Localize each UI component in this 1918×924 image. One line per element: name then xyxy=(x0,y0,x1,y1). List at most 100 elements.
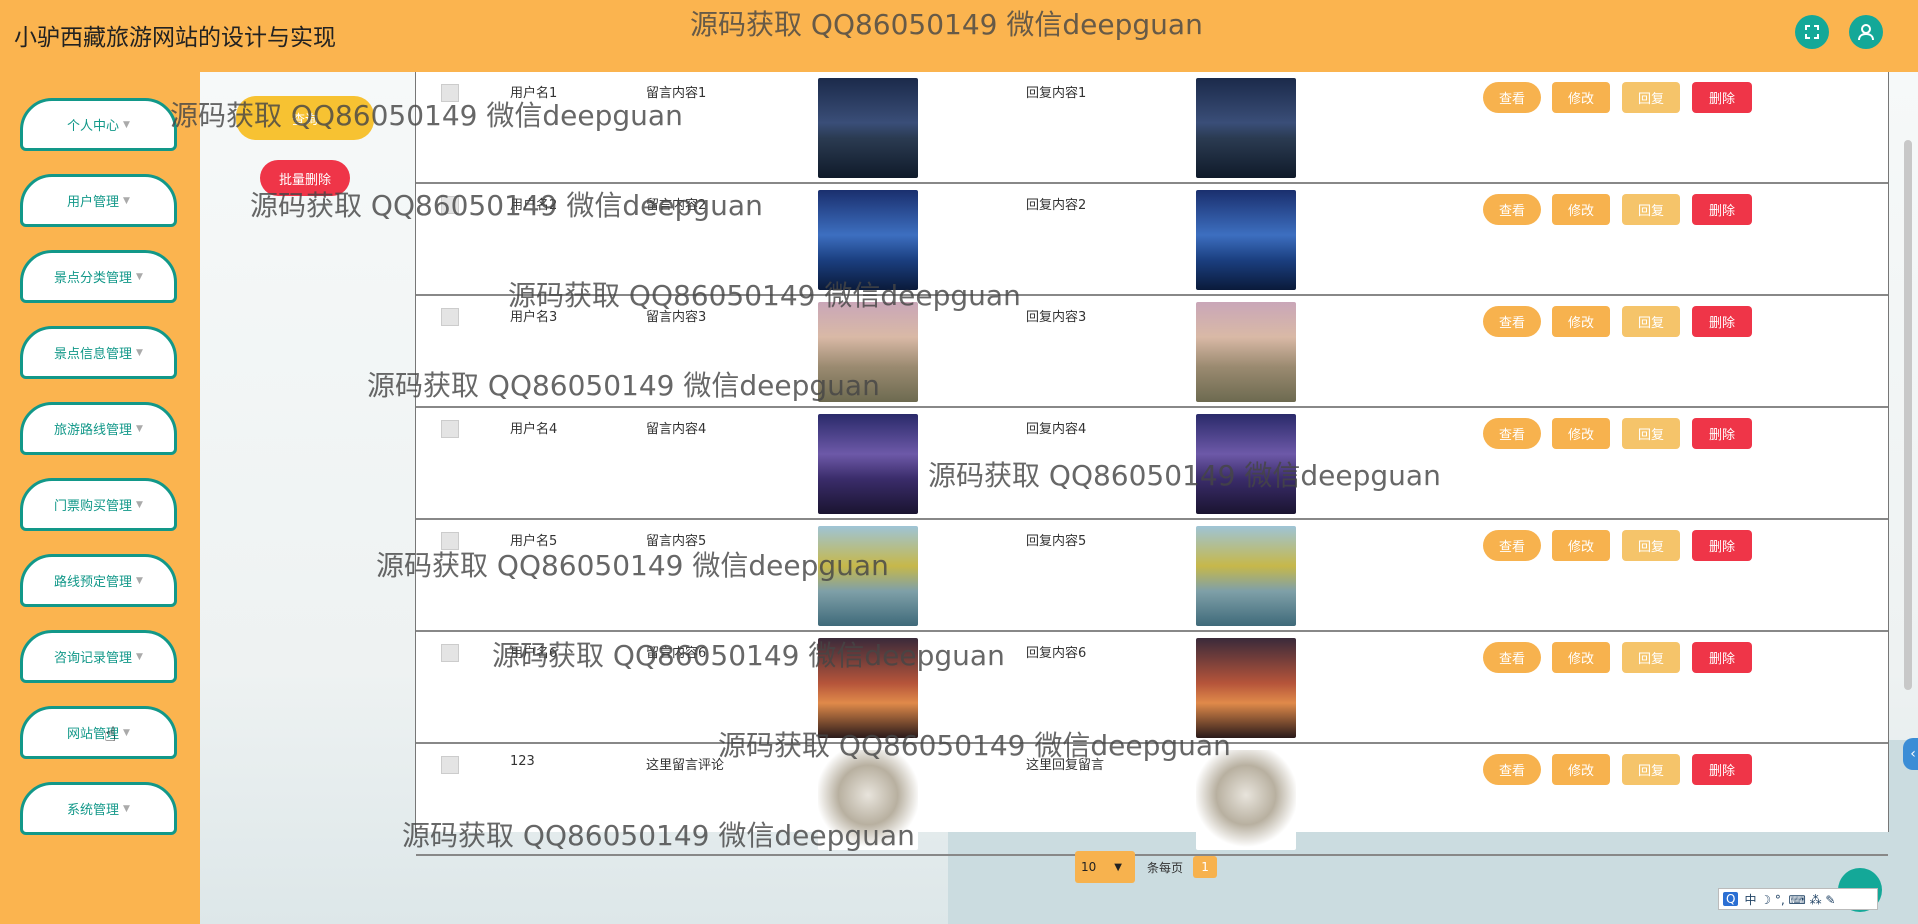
reply-button[interactable]: 回复 xyxy=(1622,82,1680,113)
edit-button[interactable]: 修改 xyxy=(1552,194,1610,225)
view-button[interactable]: 查看 xyxy=(1483,194,1541,225)
delete-button[interactable]: 删除 xyxy=(1692,754,1752,785)
view-button[interactable]: 查看 xyxy=(1483,642,1541,673)
chevron-down-icon: ▼ xyxy=(136,575,143,586)
reply-button[interactable]: 回复 xyxy=(1622,418,1680,449)
page-size-select[interactable]: 10 ▼ xyxy=(1075,851,1135,883)
username-cell: 用户名4 xyxy=(510,422,558,437)
chevron-down-icon: ▼ xyxy=(123,195,130,206)
chevron-down-icon: ▼ xyxy=(123,803,130,814)
message-image xyxy=(818,750,918,850)
message-image xyxy=(818,638,918,738)
sidebar-item-route-booking[interactable]: 路线预定管理 ▼ xyxy=(20,554,177,607)
sidebar-item-personal-center[interactable]: 个人中心 ▼ xyxy=(20,98,177,151)
row-checkbox[interactable] xyxy=(441,532,459,550)
sidebar-item-routes[interactable]: 旅游路线管理 ▼ xyxy=(20,402,177,455)
chevron-down-icon: ▼ xyxy=(1114,861,1122,873)
message-cell: 留言内容4 xyxy=(646,422,707,437)
reply-image xyxy=(1196,526,1296,626)
table-row: 用户名2 留言内容2 回复内容2 查看 修改 回复 删除 xyxy=(416,184,1888,296)
reply-cell: 回复内容5 xyxy=(1026,534,1087,549)
reply-image xyxy=(1196,638,1296,738)
ime-status: 中 ☽ °‚ ⌨ ⁂ ✎ xyxy=(1744,892,1836,907)
table-row: 用户名6 留言内容6 回复内容6 查看 修改 回复 删除 xyxy=(416,632,1888,744)
edit-button[interactable]: 修改 xyxy=(1552,642,1610,673)
delete-button[interactable]: 删除 xyxy=(1692,642,1752,673)
row-checkbox[interactable] xyxy=(441,644,459,662)
reply-cell: 回复内容2 xyxy=(1026,198,1087,213)
view-button[interactable]: 查看 xyxy=(1483,306,1541,337)
chevron-left-icon[interactable]: ‹ xyxy=(1903,738,1918,770)
chevron-down-icon: ▼ xyxy=(123,119,130,130)
row-checkbox[interactable] xyxy=(441,420,459,438)
chevron-down-icon: ▼ xyxy=(123,727,130,738)
chevron-down-icon: ▼ xyxy=(136,423,143,434)
reply-image xyxy=(1196,190,1296,290)
sidebar-item-spot-info[interactable]: 景点信息管理 ▼ xyxy=(20,326,177,379)
row-checkbox[interactable] xyxy=(441,84,459,102)
reply-button[interactable]: 回复 xyxy=(1622,194,1680,225)
sidebar-item-users[interactable]: 用户管理 ▼ xyxy=(20,174,177,227)
sidebar-item-consultation[interactable]: 咨询记录管理 ▼ xyxy=(20,630,177,683)
expand-icon[interactable] xyxy=(1795,15,1829,49)
delete-button[interactable]: 删除 xyxy=(1692,530,1752,561)
username-cell: 用户名3 xyxy=(510,310,558,325)
username-cell: 用户名6 xyxy=(510,646,558,661)
reply-cell: 回复内容1 xyxy=(1026,86,1087,101)
delete-button[interactable]: 删除 xyxy=(1692,306,1752,337)
sidebar-item-website[interactable]: 网站管理 ▼ xyxy=(20,706,177,759)
user-icon[interactable] xyxy=(1849,15,1883,49)
reply-button[interactable]: 回复 xyxy=(1622,306,1680,337)
view-button[interactable]: 查看 xyxy=(1483,754,1541,785)
row-checkbox[interactable] xyxy=(441,756,459,774)
page-number-current[interactable]: 1 xyxy=(1193,856,1218,878)
app-title: 小驴西藏旅游网站的设计与实现 xyxy=(14,25,336,51)
chevron-down-icon: ▼ xyxy=(136,499,143,510)
username-cell: 123 xyxy=(510,754,535,769)
row-checkbox[interactable] xyxy=(441,308,459,326)
message-image xyxy=(818,302,918,402)
reply-button[interactable]: 回复 xyxy=(1622,754,1680,785)
message-cell: 这里留言评论 xyxy=(646,758,725,773)
view-button[interactable]: 查看 xyxy=(1483,82,1541,113)
reply-image xyxy=(1196,414,1296,514)
reply-button[interactable]: 回复 xyxy=(1622,642,1680,673)
edit-button[interactable]: 修改 xyxy=(1552,306,1610,337)
reply-image xyxy=(1196,750,1296,850)
delete-button[interactable]: 删除 xyxy=(1692,418,1752,449)
message-cell: 留言内容6 xyxy=(646,646,707,661)
pagination: 10 ▼ 条每页 1 xyxy=(1075,851,1218,883)
chevron-down-icon: ▼ xyxy=(136,271,143,282)
ime-logo-icon: Q xyxy=(1723,892,1739,906)
mouse-cursor-icon: ☝ xyxy=(104,722,117,746)
search-button[interactable]: 查询 xyxy=(236,96,374,140)
message-image xyxy=(818,414,918,514)
delete-button[interactable]: 删除 xyxy=(1692,194,1752,225)
view-button[interactable]: 查看 xyxy=(1483,530,1541,561)
edit-button[interactable]: 修改 xyxy=(1552,530,1610,561)
delete-button[interactable]: 删除 xyxy=(1692,82,1752,113)
view-button[interactable]: 查看 xyxy=(1483,418,1541,449)
ime-toolbar[interactable]: Q 中 ☽ °‚ ⌨ ⁂ ✎ xyxy=(1718,888,1878,910)
table-row: 用户名1 留言内容1 回复内容1 查看 修改 回复 删除 xyxy=(416,72,1888,184)
scrollbar[interactable] xyxy=(1904,140,1912,690)
table-row: 用户名3 留言内容3 回复内容3 查看 修改 回复 删除 xyxy=(416,296,1888,408)
message-image xyxy=(818,190,918,290)
sidebar-item-spot-category[interactable]: 景点分类管理 ▼ xyxy=(20,250,177,303)
chevron-down-icon: ▼ xyxy=(136,347,143,358)
table-row: 用户名5 留言内容5 回复内容5 查看 修改 回复 删除 xyxy=(416,520,1888,632)
edit-button[interactable]: 修改 xyxy=(1552,418,1610,449)
edit-button[interactable]: 修改 xyxy=(1552,82,1610,113)
edit-button[interactable]: 修改 xyxy=(1552,754,1610,785)
username-cell: 用户名1 xyxy=(510,86,558,101)
reply-button[interactable]: 回复 xyxy=(1622,530,1680,561)
reply-cell: 回复内容3 xyxy=(1026,310,1087,325)
sidebar-item-system[interactable]: 系统管理 ▼ xyxy=(20,782,177,835)
batch-delete-button[interactable]: 批量删除 xyxy=(260,160,350,196)
row-checkbox[interactable] xyxy=(441,196,459,214)
reply-cell: 回复内容6 xyxy=(1026,646,1087,661)
username-cell: 用户名5 xyxy=(510,534,558,549)
reply-image xyxy=(1196,302,1296,402)
sidebar-item-tickets[interactable]: 门票购买管理 ▼ xyxy=(20,478,177,531)
table-row: 123 这里留言评论 这里回复留言 查看 修改 回复 删除 xyxy=(416,744,1888,856)
